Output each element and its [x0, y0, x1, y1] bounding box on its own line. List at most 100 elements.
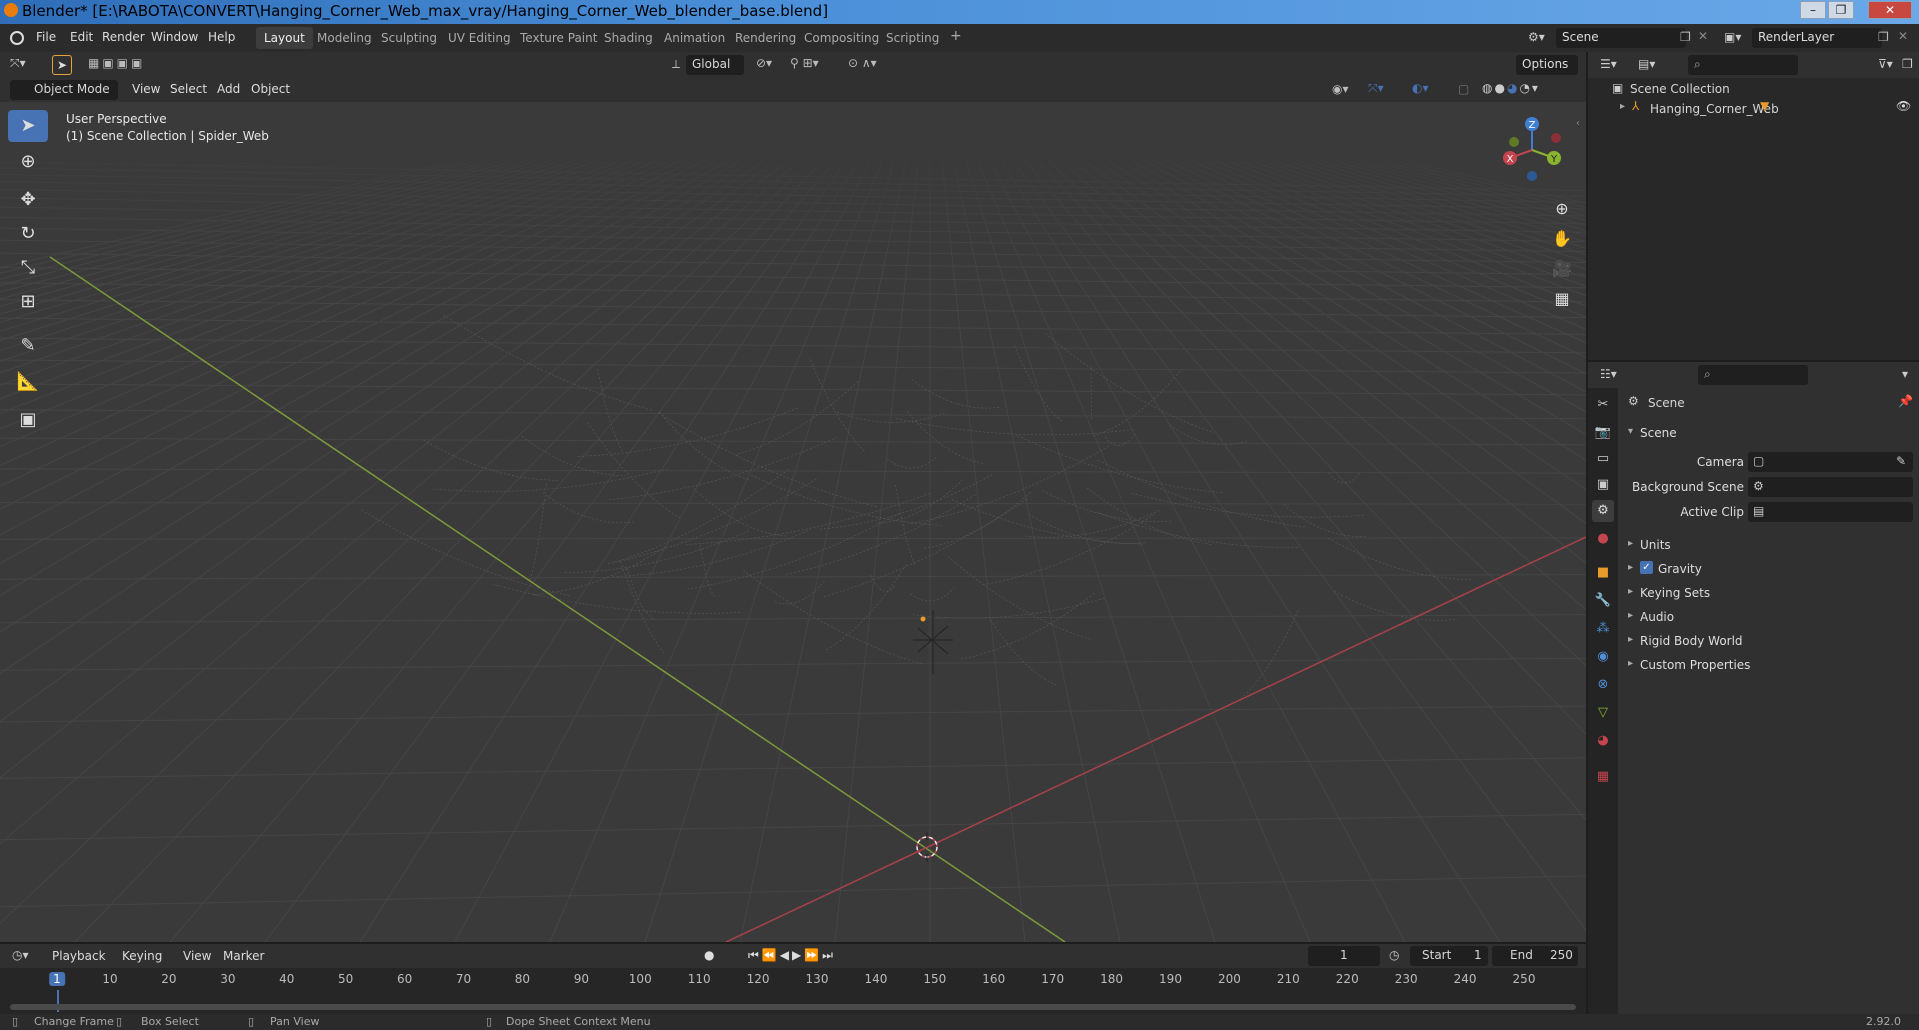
- overlay-toggle-icon[interactable]: ◐▾: [1412, 81, 1429, 95]
- tab-scripting[interactable]: Scripting: [878, 27, 947, 49]
- shading-modes-icons[interactable]: ◍●◕◔▾: [1482, 81, 1540, 95]
- select-box-tool[interactable]: ➤: [8, 110, 48, 142]
- cursor-tool[interactable]: ⊕: [8, 146, 48, 178]
- object-menu[interactable]: Object: [251, 82, 290, 96]
- object-tab-icon[interactable]: ■: [1592, 562, 1614, 584]
- camera-field[interactable]: ▢ ✎: [1748, 452, 1913, 472]
- select-tool-icon[interactable]: ➤: [52, 55, 72, 75]
- pin-icon[interactable]: 📌: [1898, 394, 1913, 408]
- timeline-editor-icon[interactable]: ◷▾: [12, 948, 29, 962]
- scene-tab-icon[interactable]: ⚙: [1592, 500, 1614, 522]
- rotate-tool[interactable]: ↻: [8, 218, 48, 250]
- new-scene-icon[interactable]: ❐: [1680, 30, 1691, 44]
- custom-properties-section[interactable]: Custom Properties: [1640, 658, 1750, 672]
- tab-texture-paint[interactable]: Texture Paint: [512, 27, 605, 49]
- units-arrow-icon[interactable]: ▸: [1628, 538, 1633, 549]
- view-menu[interactable]: View: [183, 949, 211, 963]
- menu-help[interactable]: Help: [208, 30, 235, 44]
- keying-sets-section[interactable]: Keying Sets: [1640, 586, 1710, 600]
- proportional-edit-icon[interactable]: ⊙ ∧▾: [848, 56, 877, 70]
- particles-tab-icon[interactable]: ⁂: [1592, 618, 1614, 640]
- filter-icon[interactable]: ⊽▾: [1878, 57, 1893, 71]
- display-mode-icon[interactable]: ▤▾: [1638, 57, 1655, 71]
- expand-arrow-icon[interactable]: ▸: [1620, 101, 1625, 112]
- rigid-body-arrow-icon[interactable]: ▸: [1628, 634, 1633, 645]
- delete-scene-icon[interactable]: ✕: [1698, 29, 1708, 43]
- camera-view-icon[interactable]: 🎥: [1549, 256, 1575, 282]
- maximize-button[interactable]: ❐: [1828, 1, 1854, 19]
- sidebar-toggle-icon[interactable]: ‹: [1576, 118, 1580, 129]
- world-tab-icon[interactable]: ●: [1592, 528, 1614, 550]
- options-dropdown[interactable]: Options: [1516, 55, 1578, 75]
- rigid-body-world-section[interactable]: Rigid Body World: [1640, 634, 1743, 648]
- active-clip-field[interactable]: ▤: [1748, 502, 1913, 522]
- xray-icon[interactable]: ▢: [1458, 82, 1469, 96]
- view-layer-tab-icon[interactable]: ▣: [1592, 474, 1614, 496]
- preview-range-icon[interactable]: ◷: [1389, 948, 1399, 962]
- measure-tool[interactable]: 📐: [8, 366, 48, 398]
- tab-layout[interactable]: Layout: [256, 27, 313, 49]
- render-tab-icon[interactable]: 📷: [1592, 422, 1614, 444]
- physics-tab-icon[interactable]: ◉: [1592, 646, 1614, 668]
- current-frame-field[interactable]: 1: [1308, 946, 1380, 966]
- scene-selector[interactable]: Scene: [1556, 28, 1686, 48]
- add-cube-tool[interactable]: ▣: [8, 404, 48, 436]
- add-workspace-button[interactable]: +: [942, 27, 970, 49]
- start-frame-field[interactable]: Start 1: [1410, 946, 1488, 966]
- playback-controls-icons[interactable]: ⏮⏪◀▶⏩⏭: [748, 948, 836, 963]
- annotate-tool[interactable]: ✎: [8, 330, 48, 362]
- ortho-toggle-icon[interactable]: ▦: [1549, 286, 1575, 312]
- view-menu[interactable]: View: [132, 82, 160, 96]
- background-scene-field[interactable]: ⚙: [1748, 477, 1913, 497]
- record-icon[interactable]: ●: [704, 948, 714, 962]
- select-mode-icons[interactable]: ▦▣▣▣: [88, 56, 145, 70]
- select-menu[interactable]: Select: [170, 82, 207, 96]
- pivot-icon[interactable]: ⊘▾: [756, 56, 772, 70]
- new-layer-icon[interactable]: ❐: [1878, 30, 1889, 44]
- object-mode-dropdown[interactable]: Object Mode: [10, 80, 118, 100]
- add-menu[interactable]: Add: [217, 82, 240, 96]
- texture-tab-icon[interactable]: ▦: [1592, 766, 1614, 788]
- keying-menu[interactable]: Keying: [122, 949, 162, 963]
- tab-compositing[interactable]: Compositing: [796, 27, 887, 49]
- 3d-viewport[interactable]: ➤ ⊕ ✥ ↻ ⤡ ⊞ ✎ 📐 ▣ User Perspective (1) S…: [0, 102, 1586, 942]
- data-tab-icon[interactable]: ▽: [1592, 702, 1614, 724]
- transform-tool[interactable]: ⊞: [8, 286, 48, 318]
- tab-rendering[interactable]: Rendering: [727, 27, 804, 49]
- audio-section[interactable]: Audio: [1640, 610, 1674, 624]
- snap-icon[interactable]: ⚲ ⊞▾: [790, 56, 819, 70]
- move-tool[interactable]: ✥: [8, 184, 48, 216]
- new-collection-icon[interactable]: ❐: [1902, 57, 1913, 71]
- tab-modeling[interactable]: Modeling: [309, 27, 380, 49]
- menu-edit[interactable]: Edit: [70, 30, 93, 44]
- blender-menu-icon[interactable]: [10, 31, 24, 45]
- marker-menu[interactable]: Marker: [223, 949, 264, 963]
- playback-menu[interactable]: Playback: [52, 949, 106, 963]
- zoom-icon[interactable]: ⊕: [1549, 196, 1575, 222]
- menu-window[interactable]: Window: [151, 30, 198, 44]
- units-section[interactable]: Units: [1640, 538, 1671, 552]
- gravity-arrow-icon[interactable]: ▸: [1628, 562, 1633, 573]
- scene-icon[interactable]: ⚙▾: [1528, 30, 1545, 44]
- visibility-icon[interactable]: ◉▾: [1332, 82, 1349, 96]
- material-tab-icon[interactable]: ◕: [1592, 730, 1614, 752]
- tab-uv-editing[interactable]: UV Editing: [440, 27, 519, 49]
- scale-tool[interactable]: ⤡: [8, 252, 48, 284]
- visibility-eye-icon[interactable]: 👁: [1896, 99, 1911, 113]
- output-tab-icon[interactable]: ▭: [1592, 448, 1614, 470]
- outliner-root[interactable]: Scene Collection: [1630, 82, 1730, 96]
- gravity-section[interactable]: Gravity: [1658, 562, 1702, 576]
- modifier-tab-icon[interactable]: 🔧: [1592, 590, 1614, 612]
- properties-options-icon[interactable]: ▾: [1902, 367, 1908, 381]
- scene-panel-title[interactable]: Scene: [1640, 426, 1677, 440]
- editor-type-icon[interactable]: ⤧▾: [10, 56, 26, 71]
- timeline[interactable]: 1 10 20 30 40 50 60 70 80 90 100 110 120 130 140 150 160…: [0, 968, 1586, 1014]
- properties-editor-icon[interactable]: ☷▾: [1600, 367, 1617, 381]
- audio-arrow-icon[interactable]: ▸: [1628, 610, 1633, 621]
- gizmo-toggle-icon[interactable]: ⤧▾: [1368, 81, 1384, 96]
- navigation-gizmo[interactable]: Z Y X: [1492, 114, 1572, 194]
- scene-panel-arrow-icon[interactable]: ▾: [1628, 426, 1633, 437]
- keying-sets-arrow-icon[interactable]: ▸: [1628, 586, 1633, 597]
- tab-shading[interactable]: Shading: [596, 27, 661, 49]
- custom-props-arrow-icon[interactable]: ▸: [1628, 658, 1633, 669]
